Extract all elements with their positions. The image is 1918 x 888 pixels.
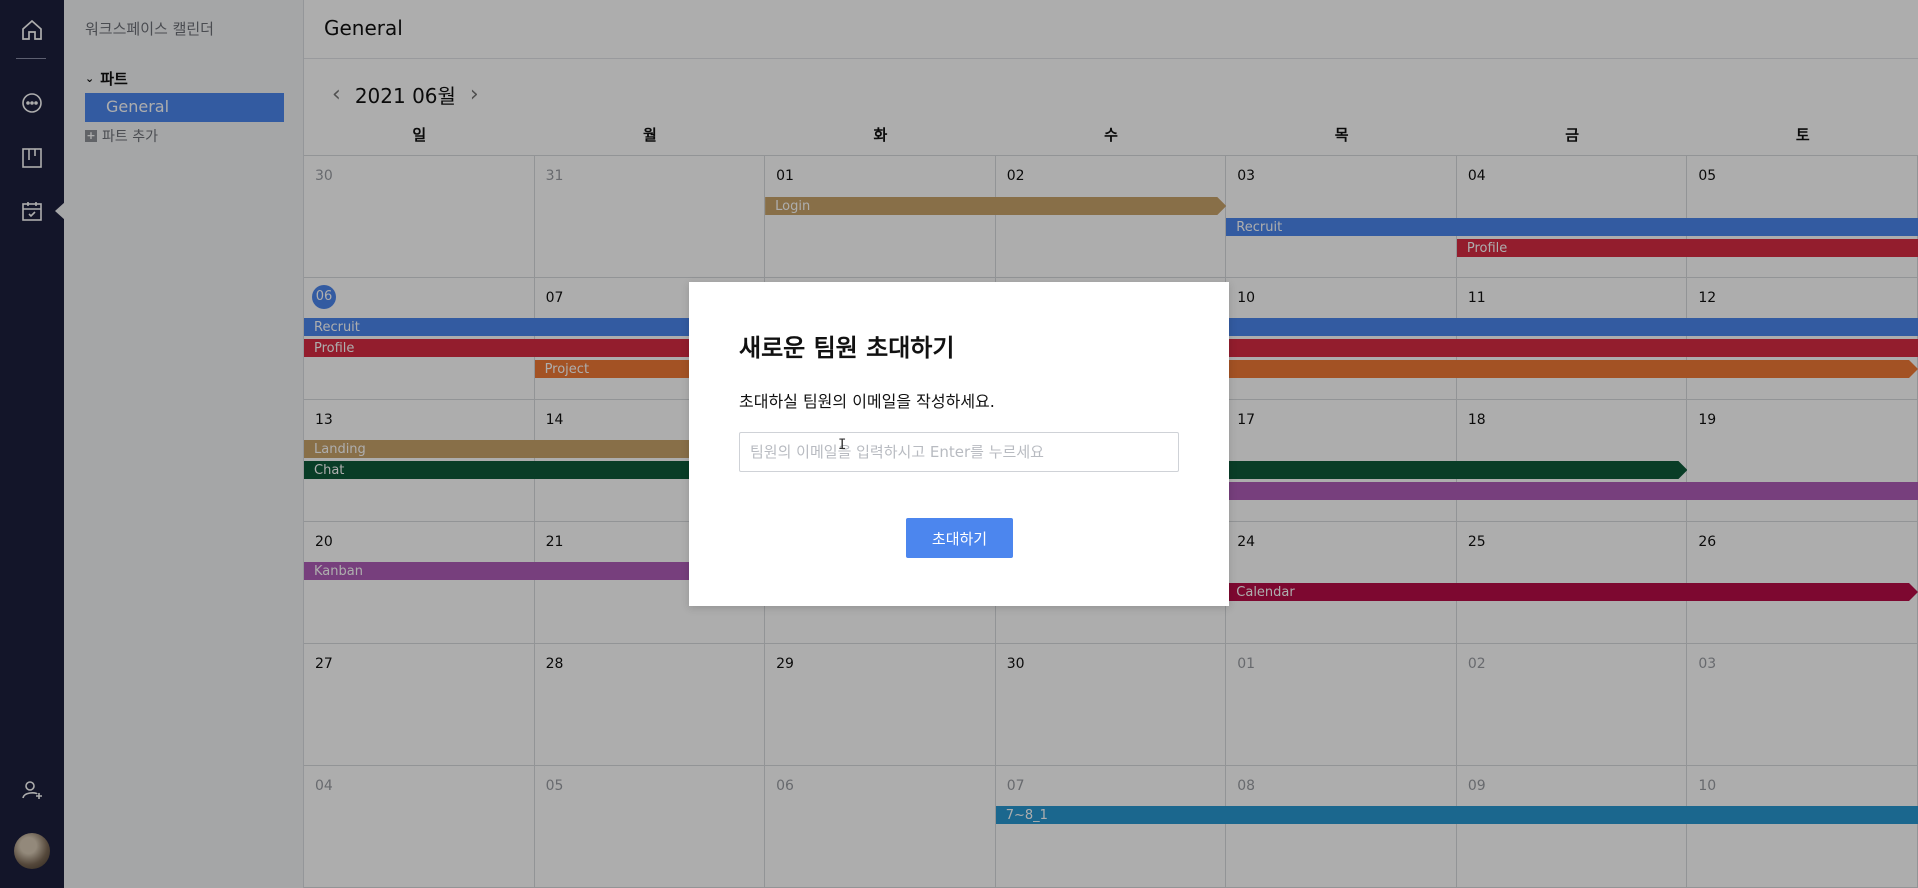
modal-description: 초대하실 팀원의 이메일을 작성하세요. [739,392,995,411]
modal-title: 새로운 팀원 초대하기 [739,334,955,362]
invite-button[interactable]: 초대하기 [906,518,1013,558]
email-input[interactable] [739,432,1179,472]
invite-modal: 새로운 팀원 초대하기 초대하실 팀원의 이메일을 작성하세요. 초대하기 [689,282,1229,606]
text-cursor-icon: I [838,437,847,453]
